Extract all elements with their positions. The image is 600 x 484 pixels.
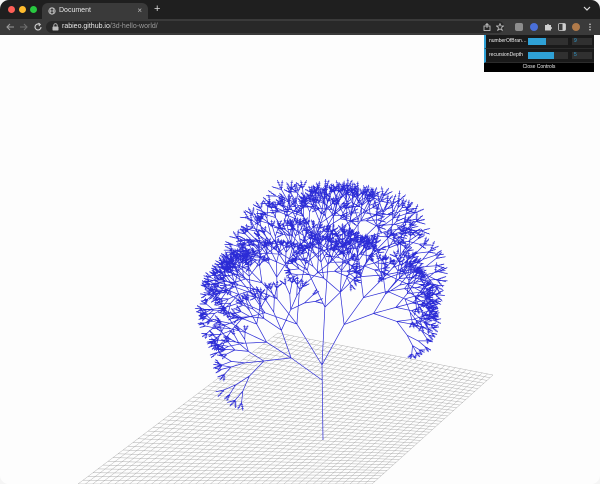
recursion-depth-input[interactable]: 5: [572, 52, 592, 59]
chevron-down-icon[interactable]: [582, 3, 592, 13]
profile-avatar[interactable]: [572, 23, 580, 31]
slider-fill: [528, 38, 546, 45]
slider-fill: [528, 52, 554, 59]
url-host: rabieo.github.io: [62, 23, 110, 30]
floor-grid: [77, 332, 494, 484]
lock-icon[interactable]: [52, 23, 59, 31]
share-icon[interactable]: [483, 23, 491, 31]
control-row: numberOfBran… 9: [484, 35, 594, 49]
tab-close-button[interactable]: ×: [137, 5, 142, 17]
forward-icon[interactable]: [19, 22, 29, 32]
close-controls-button[interactable]: Close Controls: [484, 63, 594, 72]
extension-icon[interactable]: [515, 23, 523, 31]
menu-icon[interactable]: [586, 23, 594, 31]
url-text: rabieo.github.io/3d-hello-world/: [62, 21, 158, 33]
number-of-branches-slider[interactable]: [528, 38, 568, 45]
address-bar[interactable]: rabieo.github.io/3d-hello-world/: [46, 21, 504, 33]
tab-strip: Document × +: [0, 0, 600, 19]
controls-panel: numberOfBran… 9 recursionDepth 5 Close C…: [484, 35, 594, 72]
fractal-tree: [194, 178, 448, 441]
star-icon[interactable]: [496, 23, 504, 31]
sidepanel-icon[interactable]: [558, 23, 566, 31]
recursion-depth-slider[interactable]: [528, 52, 568, 59]
control-label: numberOfBran…: [489, 38, 527, 44]
browser-window: Document × + rabieo.github.io/3d-hello-w…: [0, 0, 600, 484]
page-content: numberOfBran… 9 recursionDepth 5 Close C…: [0, 35, 600, 484]
zoom-window-button[interactable]: [30, 6, 37, 13]
globe-icon: [48, 7, 56, 15]
close-window-button[interactable]: [8, 6, 15, 13]
back-icon[interactable]: [5, 22, 15, 32]
url-path: /3d-hello-world/: [109, 23, 158, 30]
control-row: recursionDepth 5: [484, 49, 594, 63]
number-of-branches-input[interactable]: 9: [572, 38, 592, 45]
control-label: recursionDepth: [489, 52, 523, 58]
extension-icon[interactable]: [530, 23, 538, 31]
tab-document[interactable]: Document ×: [42, 3, 148, 19]
grid-lines: [77, 332, 494, 484]
webgl-canvas[interactable]: [0, 35, 600, 484]
puzzle-icon[interactable]: [544, 23, 552, 31]
reload-icon[interactable]: [33, 22, 43, 32]
new-tab-button[interactable]: +: [154, 2, 160, 16]
tab-title: Document: [59, 7, 91, 14]
browser-toolbar: rabieo.github.io/3d-hello-world/: [0, 19, 600, 35]
minimize-window-button[interactable]: [19, 6, 26, 13]
